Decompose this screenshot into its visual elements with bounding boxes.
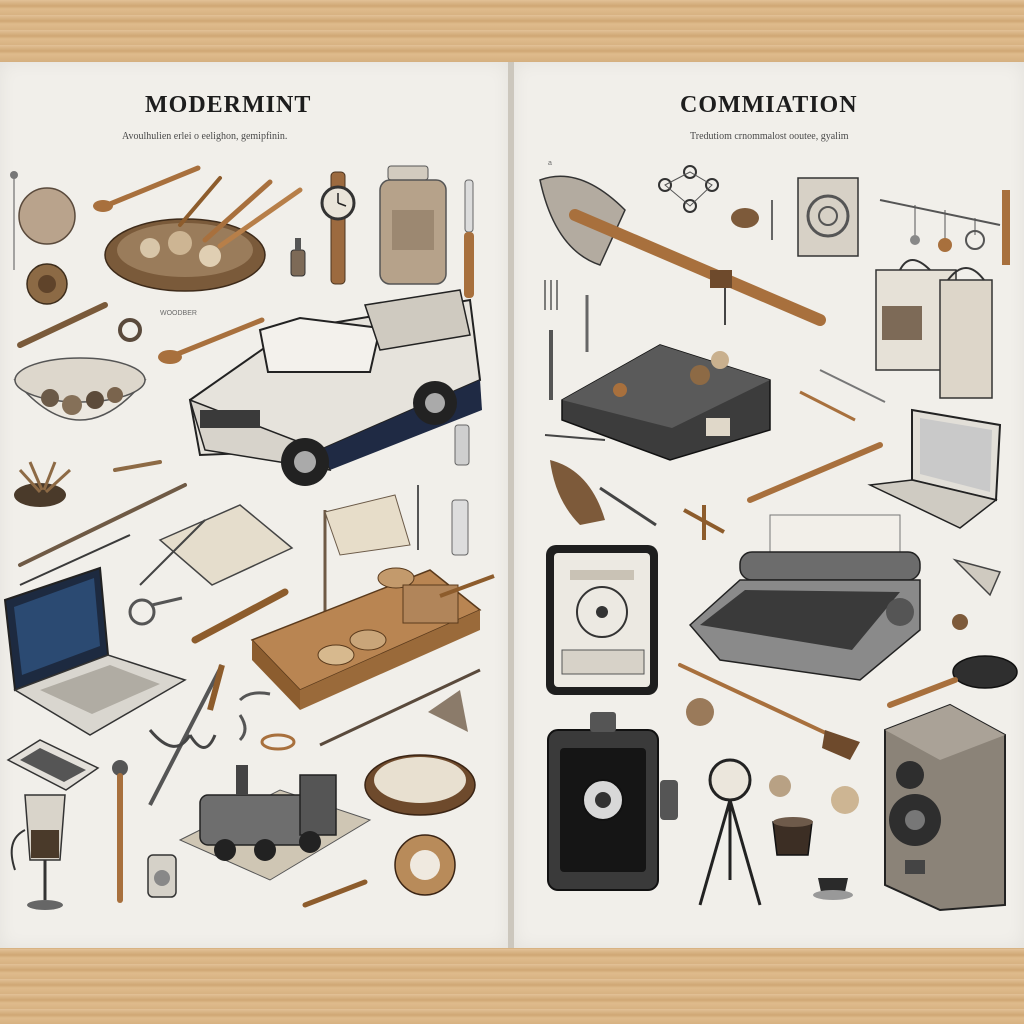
small-figure-icon (686, 698, 859, 814)
pencil-icon (302, 879, 368, 908)
ladle-icon (887, 655, 1018, 708)
toy-train-icon (178, 765, 372, 881)
goblet-icon (10, 794, 66, 910)
small-bottle-icon (290, 238, 306, 277)
magnifier-icon (128, 596, 183, 626)
tablet-device-icon (546, 545, 658, 695)
portable-radio-icon (547, 712, 678, 891)
wristwatch-icon (320, 171, 356, 285)
laptop-icon (867, 408, 1002, 529)
nut-icon (731, 200, 773, 240)
horn-icon (952, 558, 1002, 630)
bowl-of-stones-icon (13, 357, 147, 421)
phone-icon (6, 739, 100, 791)
fork-icon (544, 280, 589, 400)
molecule-model-icon (658, 165, 719, 213)
notebook-icon (139, 504, 294, 586)
glass-jar-icon (379, 165, 447, 285)
vintage-typewriter-icon (688, 514, 921, 681)
vintage-machine-icon (561, 344, 771, 461)
wooden-spoon-icon (93, 165, 201, 212)
tripod-lamp-icon (698, 758, 762, 906)
hanging-mobile-icon (879, 190, 1010, 265)
pickaxe-icon (539, 175, 826, 326)
radio-cassette-player-icon (875, 259, 993, 399)
whisk-icon (14, 461, 72, 507)
lantern-icon (147, 854, 177, 898)
retro-speaker-icon (884, 703, 1006, 912)
wooden-board-icon (250, 567, 495, 710)
illustration-layer (3, 165, 1018, 912)
knife-icon (464, 179, 474, 298)
wooden-spoon-icon (158, 317, 265, 364)
pickup-truck-icon (188, 289, 482, 486)
pen-icon (18, 460, 187, 586)
hook-icon (238, 691, 296, 751)
cog-icon (394, 834, 456, 896)
laptop-icon (3, 566, 187, 736)
plate-icon (364, 754, 476, 816)
coffee-cup-icon (772, 817, 853, 900)
screwdriver-icon (112, 760, 128, 903)
tool-handle-icon (17, 302, 142, 348)
decor-sphere-icon (10, 171, 76, 305)
framed-picture-icon (797, 177, 859, 257)
